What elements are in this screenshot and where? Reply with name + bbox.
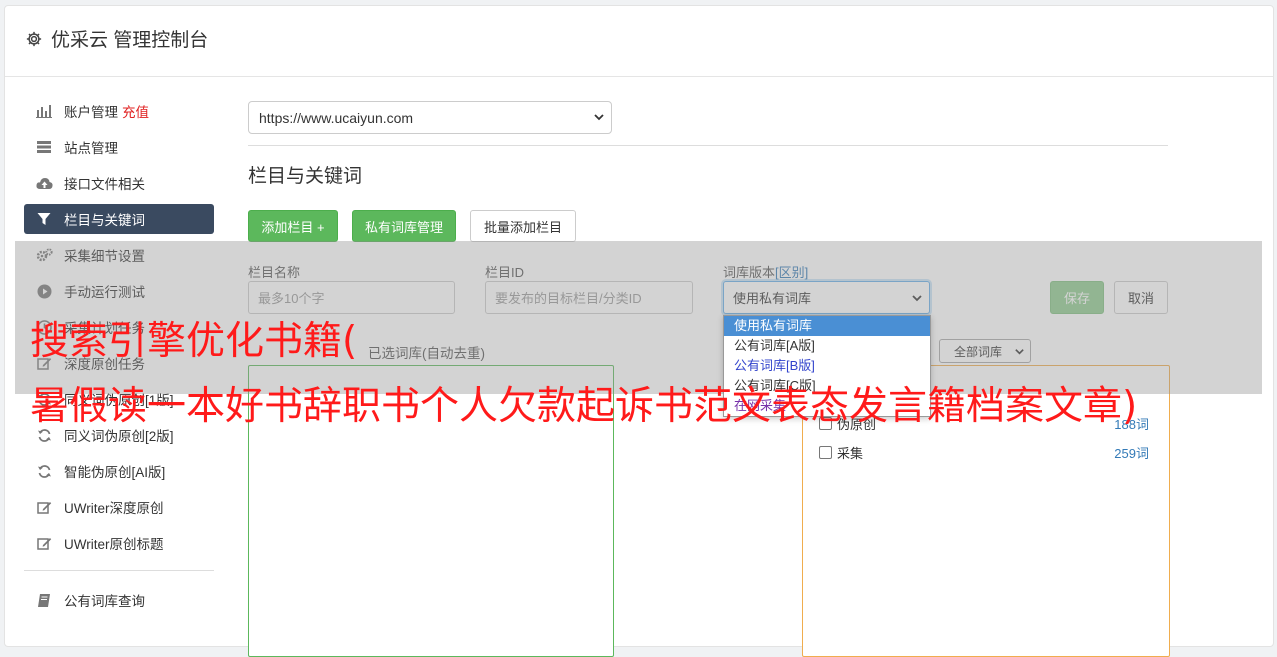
chevron-down-icon (594, 114, 604, 121)
console-header: 优采云 管理控制台 (5, 6, 1273, 77)
refresh-icon (35, 427, 53, 443)
dropdown-option[interactable]: 使用私有词库 (724, 316, 930, 336)
sidebar-item-public-lib[interactable]: 公有词库查询 (24, 585, 214, 615)
sidebar-item-sites[interactable]: 站点管理 (24, 132, 214, 162)
sidebar-item-ai-original[interactable]: 智能伪原创[AI版] (24, 456, 214, 486)
private-lib-button[interactable]: 私有词库管理 (352, 210, 456, 242)
refresh-icon (35, 463, 53, 479)
section-divider (248, 145, 1168, 146)
bar-chart-icon (35, 103, 53, 119)
section-title: 栏目与关键词 (248, 166, 363, 187)
book-icon (35, 592, 53, 608)
sidebar-item-interface[interactable]: 接口文件相关 (24, 168, 214, 198)
list-item[interactable]: 采集 259词 (819, 443, 1149, 462)
site-select-value: https://www.ucaiyun.com (259, 109, 414, 126)
filter-icon (35, 211, 53, 227)
sidebar-item-label: 站点管理 (64, 141, 118, 156)
sidebar-item-label: 公有词库查询 (64, 594, 145, 609)
edit-icon (35, 535, 53, 551)
edit-icon (35, 499, 53, 515)
add-column-button[interactable]: 添加栏目 + (248, 210, 338, 242)
overlay-band (15, 241, 1262, 394)
batch-add-column-button[interactable]: 批量添加栏目 (470, 210, 576, 242)
dropdown-option[interactable]: 公有词库[A版] (724, 336, 930, 356)
sidebar-item-label: 智能伪原创[AI版] (64, 465, 166, 480)
checkbox[interactable] (819, 446, 832, 459)
sidebar-divider (24, 570, 214, 571)
page-title: 优采云 管理控制台 (25, 25, 208, 52)
dropdown-option[interactable]: 公有词库[B版] (724, 356, 930, 376)
sidebar-item-uwriter-deep[interactable]: UWriter深度原创 (24, 492, 214, 522)
sidebar-item-label: 接口文件相关 (64, 177, 145, 192)
sidebar-item-columns[interactable]: 栏目与关键词 (24, 204, 214, 234)
sidebar-item-account[interactable]: 账户管理 充值 (24, 96, 214, 126)
lib-item-count: 259词 (1114, 446, 1149, 461)
sidebar-item-label: UWriter原创标题 (64, 537, 164, 552)
cloud-upload-icon (35, 175, 53, 191)
sidebar-item-label: UWriter深度原创 (64, 501, 164, 516)
lib-item-name: 采集 (837, 446, 864, 461)
recharge-link[interactable]: 充值 (122, 101, 149, 121)
watermark-line-2: 暑假读一本好书辞职书个人欠款起诉书范文表态发言籍档案文章) (30, 384, 1138, 429)
sidebar-item-label: 账户管理 (64, 105, 118, 120)
watermark-line-1: 搜索引擎优化书籍( (30, 319, 358, 364)
gear-icon (26, 31, 42, 46)
site-select[interactable]: https://www.ucaiyun.com (248, 101, 612, 134)
page-title-text: 优采云 管理控制台 (51, 30, 209, 51)
sidebar-item-label: 栏目与关键词 (64, 213, 145, 228)
sidebar-item-uwriter-title[interactable]: UWriter原创标题 (24, 528, 214, 558)
server-icon (35, 139, 53, 155)
